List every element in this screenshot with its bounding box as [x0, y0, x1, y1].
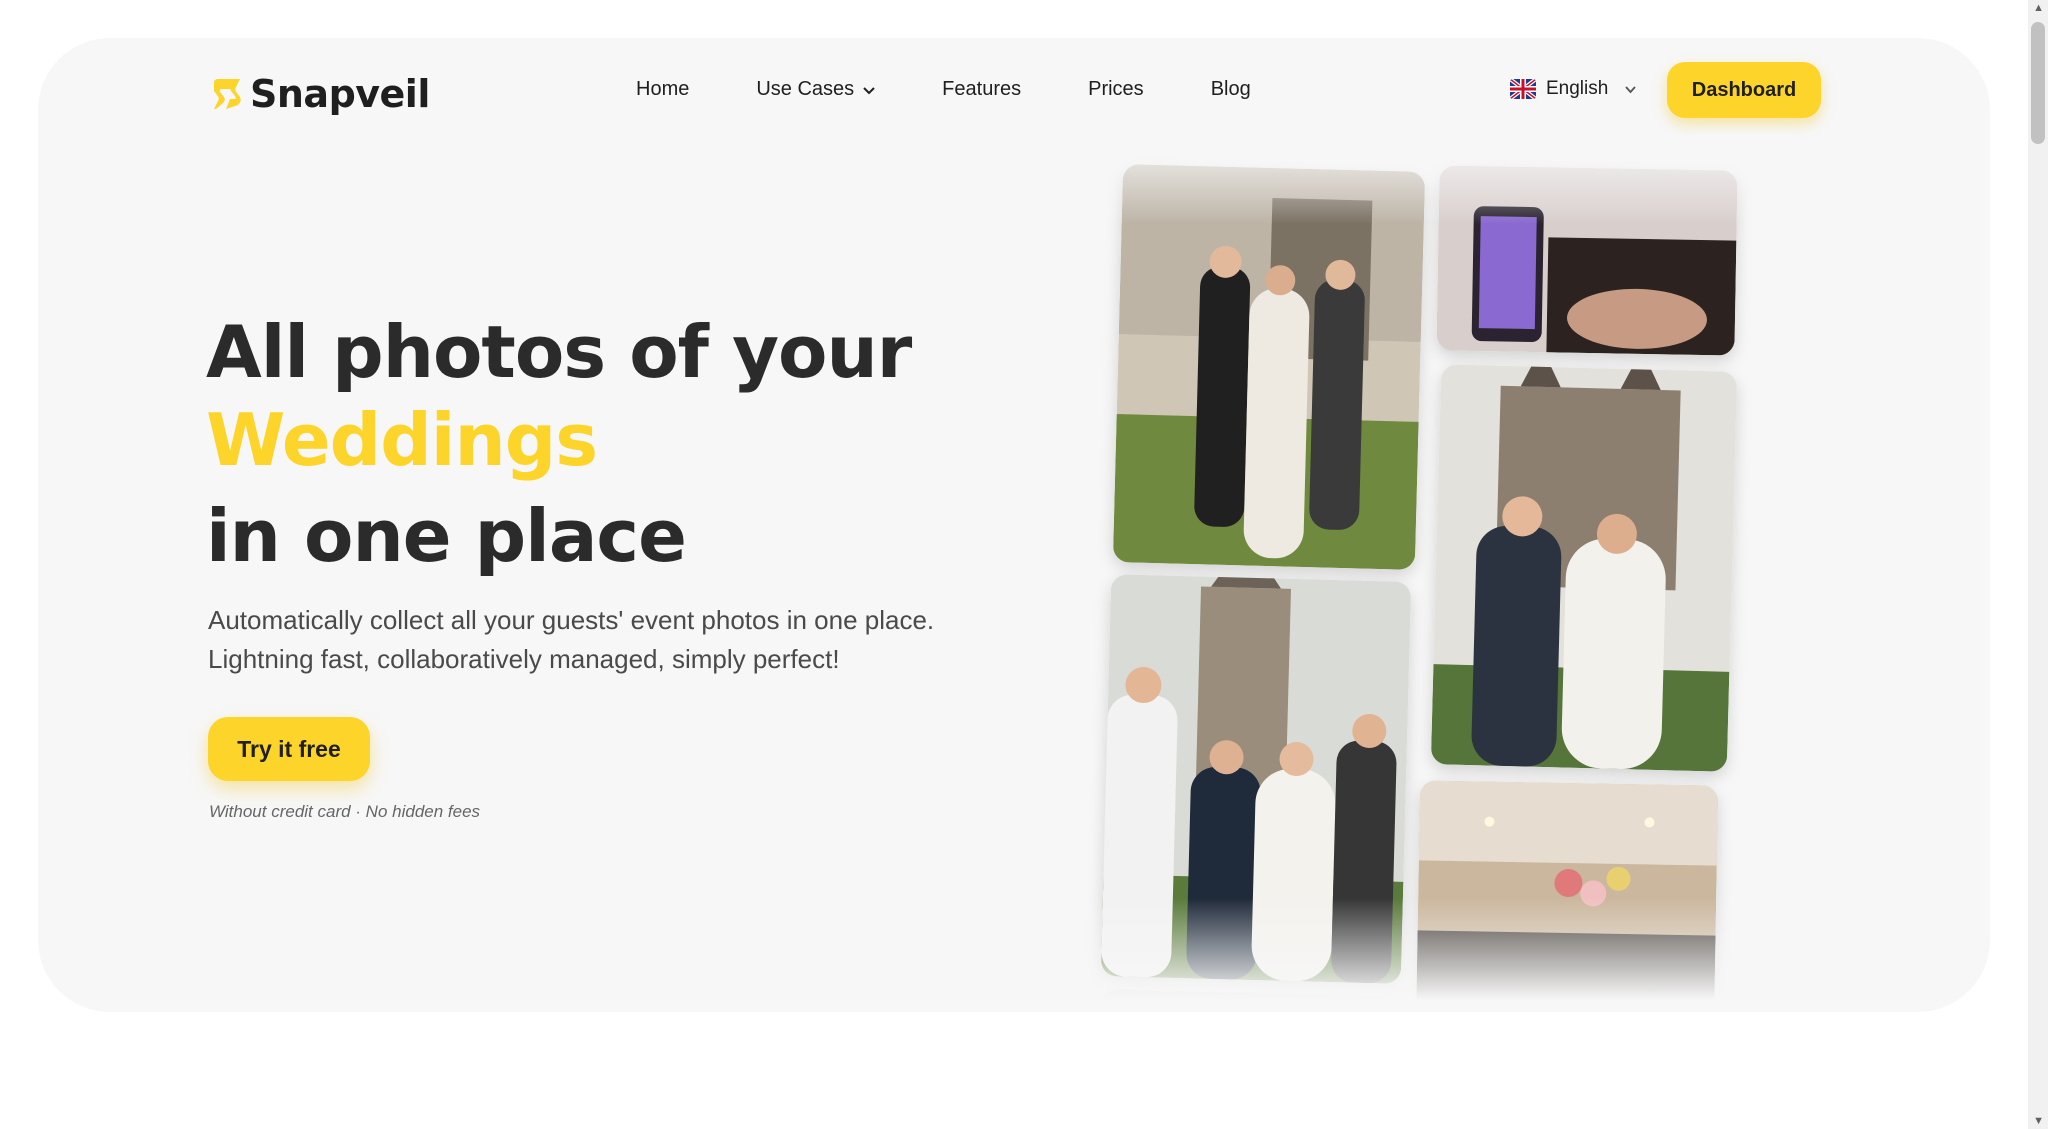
wedding-photo-guests-church	[1100, 574, 1412, 984]
hero-subtitle: Automatically collect all your guests' e…	[208, 601, 968, 679]
partial-photo-bottom	[1099, 989, 1397, 1012]
hero-title-accent: Weddings	[206, 398, 598, 482]
hero-subtitle-line2: Lightning fast, collaboratively managed,…	[208, 644, 840, 674]
nav-blog-label: Blog	[1210, 78, 1251, 100]
scroll-down-arrow-icon[interactable]: ▼	[2033, 1115, 2044, 1127]
phone-party-photo	[1436, 165, 1738, 356]
nav-prices-label: Prices	[1088, 78, 1144, 100]
top-navigation: Snapveil Home Use Cases Features Prices …	[38, 38, 1990, 142]
nav-features-label: Features	[942, 78, 1022, 100]
scroll-thumb[interactable]	[2031, 22, 2045, 144]
uk-flag-icon	[1510, 79, 1536, 99]
snapveil-logo-icon	[214, 79, 241, 109]
dashboard-button[interactable]: Dashboard	[1667, 62, 1821, 118]
hero-title: All photos of your Weddings in one place	[206, 308, 912, 580]
hero-title-line1: All photos of your	[206, 310, 912, 394]
chevron-down-icon	[863, 86, 875, 94]
try-free-button[interactable]: Try it free	[208, 717, 370, 781]
hero-section: Snapveil Home Use Cases Features Prices …	[38, 38, 1990, 1012]
brand-logo[interactable]: Snapveil	[210, 72, 430, 116]
hero-subtitle-line1: Automatically collect all your guests' e…	[208, 605, 935, 635]
nav-features[interactable]: Features	[942, 78, 1021, 101]
nav-use-cases-label: Use Cases	[756, 78, 855, 100]
nav-home[interactable]: Home	[636, 78, 689, 101]
nav-use-cases[interactable]: Use Cases	[756, 78, 876, 101]
scroll-up-arrow-icon[interactable]: ▲	[2033, 2, 2044, 14]
page-scrollbar[interactable]: ▲ ▼	[2028, 0, 2048, 1129]
chevron-down-icon	[1625, 85, 1636, 93]
nav-home-label: Home	[636, 78, 690, 100]
nav-blog[interactable]: Blog	[1211, 78, 1251, 101]
brand-name: Snapveil	[250, 72, 430, 116]
wedding-photo-couple-garden	[1112, 164, 1426, 570]
cta-note: Without credit card · No hidden fees	[209, 802, 481, 821]
language-label: English	[1546, 78, 1609, 99]
party-hall-photo	[1415, 780, 1719, 1012]
nav-prices[interactable]: Prices	[1088, 78, 1144, 101]
hero-title-line3: in one place	[206, 494, 687, 578]
main-menu: Home Use Cases Features Prices Blog	[636, 78, 1251, 101]
wedding-photo-church-couple	[1430, 364, 1738, 772]
language-selector[interactable]: English	[1510, 78, 1637, 100]
